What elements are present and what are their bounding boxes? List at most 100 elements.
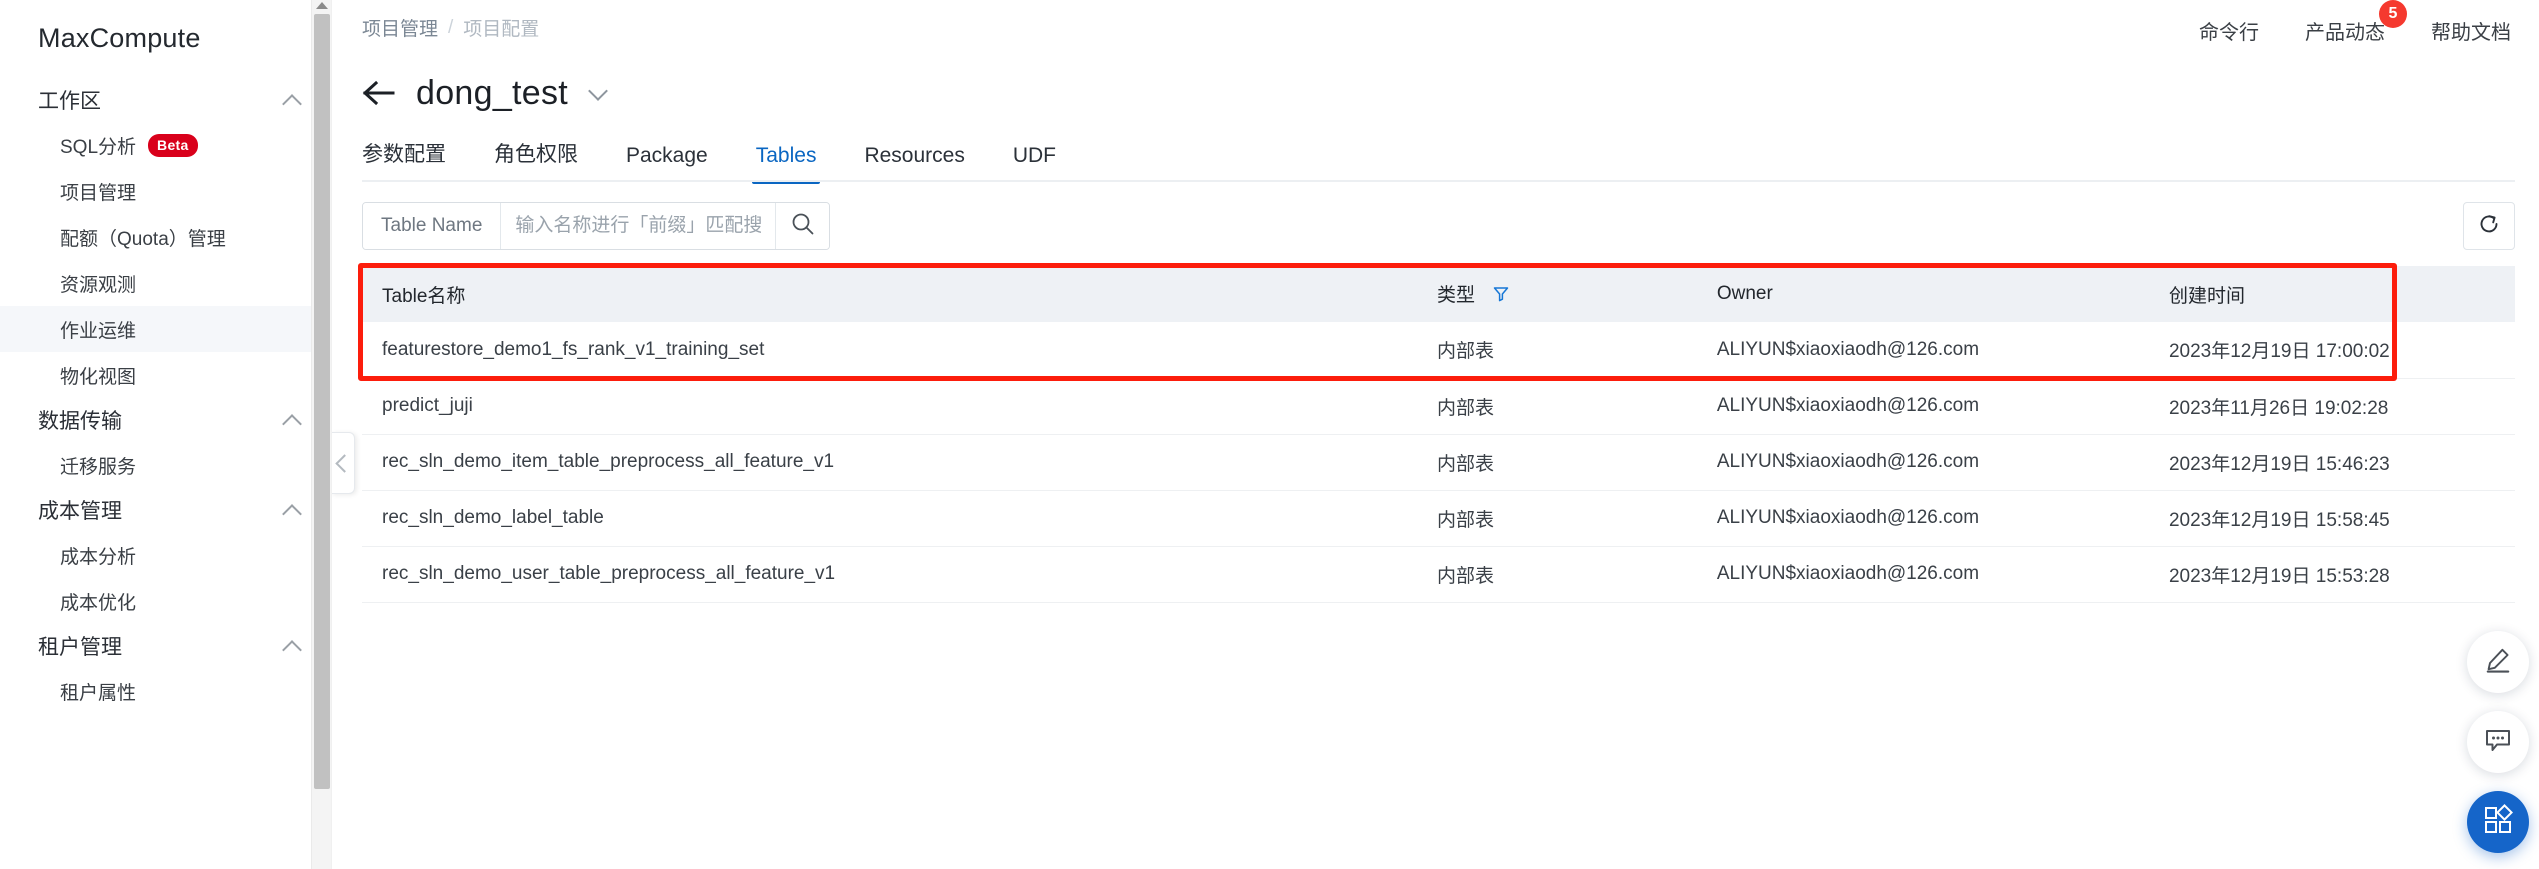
- tab-package[interactable]: Package: [602, 144, 732, 182]
- cell-created-time: 2023年12月19日 15:53:28: [2148, 546, 2515, 603]
- cell-table-name: rec_sln_demo_user_table_preprocess_all_f…: [362, 546, 1417, 603]
- tab-tables[interactable]: Tables: [732, 144, 841, 184]
- tables-table: Table名称 类型 Owner 创建时间 featurestore_demo1…: [362, 266, 2515, 603]
- sidebar-scrollbar[interactable]: [311, 0, 331, 869]
- sidebar-item-label: 租户属性: [60, 682, 137, 704]
- table-row[interactable]: rec_sln_demo_item_table_preprocess_all_f…: [362, 434, 2515, 491]
- chevron-up-icon: [283, 500, 303, 520]
- topnav-label: 产品动态: [2305, 22, 2385, 44]
- chevron-left-icon: [335, 457, 351, 470]
- table-row[interactable]: rec_sln_demo_user_table_preprocess_all_f…: [362, 546, 2515, 603]
- search-prefix-label: Table Name: [363, 203, 502, 249]
- brand-logo: MaxCompute: [38, 23, 201, 53]
- beta-badge: Beta: [148, 133, 198, 157]
- cell-table-name: predict_juji: [362, 378, 1417, 435]
- sidebar-collapse-handle[interactable]: [332, 432, 355, 494]
- cell-table-name: rec_sln_demo_item_table_preprocess_all_f…: [362, 434, 1417, 491]
- tables-list-container: Table名称 类型 Owner 创建时间 featurestore_demo1…: [358, 263, 2515, 603]
- breadcrumb-parent[interactable]: 项目管理: [362, 14, 438, 41]
- chat-bubble-icon: [2483, 725, 2513, 760]
- column-header-owner: Owner: [1696, 266, 2149, 322]
- chevron-up-icon: [283, 636, 303, 656]
- sidebar-item-migration-service[interactable]: 迁移服务: [0, 442, 331, 488]
- filter-icon[interactable]: [1492, 286, 1510, 308]
- tab-resources[interactable]: Resources: [840, 144, 988, 182]
- cell-created-time: 2023年12月19日 15:58:45: [2148, 490, 2515, 547]
- chat-support-button[interactable]: [2467, 711, 2529, 773]
- table-body: featurestore_demo1_fs_rank_v1_training_s…: [362, 322, 2515, 603]
- sidebar-item-label: 作业运维: [60, 320, 137, 342]
- sidebar-item-project-management[interactable]: 项目管理: [0, 168, 331, 214]
- column-label: 创建时间: [2168, 285, 2245, 307]
- sidebar-item-tenant-properties[interactable]: 租户属性: [0, 668, 331, 714]
- sidebar-group-label: 工作区: [38, 90, 101, 113]
- sidebar-item-cost-analysis[interactable]: 成本分析: [0, 532, 331, 578]
- sidebar-item-sql-analysis[interactable]: SQL分析 Beta: [0, 122, 331, 168]
- sidebar-item-materialized-view[interactable]: 物化视图: [0, 352, 331, 398]
- sidebar-item-label: 成本分析: [60, 546, 137, 568]
- table-row[interactable]: rec_sln_demo_label_table 内部表 ALIYUN$xiao…: [362, 490, 2515, 547]
- tab-label: UDF: [1012, 144, 1056, 167]
- cell-type: 内部表: [1416, 546, 1697, 603]
- feedback-edit-button[interactable]: [2467, 631, 2529, 693]
- tab-bar: 参数配置 角色权限 Package Tables Resources UDF: [332, 126, 2539, 184]
- tab-udf[interactable]: UDF: [989, 144, 1080, 182]
- breadcrumb: 项目管理 / 项目配置: [362, 14, 539, 41]
- cell-owner: ALIYUN$xiaoxiaodh@126.com: [1696, 322, 2149, 379]
- table-row[interactable]: featurestore_demo1_fs_rank_v1_training_s…: [362, 322, 2515, 379]
- sidebar-item-label: 物化视图: [60, 366, 137, 388]
- sidebar-item-cost-optimization[interactable]: 成本优化: [0, 578, 331, 624]
- sidebar-item-label: 资源观测: [60, 274, 137, 296]
- notification-count-badge: 5: [2379, 0, 2407, 28]
- top-navigation: 命令行 产品动态 5 帮助文档: [2199, 0, 2511, 45]
- topnav-product-updates[interactable]: 产品动态 5: [2305, 0, 2407, 45]
- column-label: 类型: [1436, 284, 1475, 306]
- sidebar-group-tenant-management[interactable]: 租户管理: [0, 624, 331, 668]
- sidebar-item-quota-management[interactable]: 配额（Quota）管理: [0, 214, 331, 260]
- scroll-up-arrow-icon[interactable]: [316, 2, 328, 9]
- tab-parameter-config[interactable]: 参数配置: [362, 138, 470, 182]
- refresh-button[interactable]: [2463, 202, 2515, 250]
- cell-type: 内部表: [1416, 322, 1697, 379]
- floating-action-rail: [2467, 631, 2529, 853]
- sidebar-nav: 工作区 SQL分析 Beta 项目管理 配额（Quota）管理 资源观测 作业运…: [0, 78, 331, 714]
- sidebar-item-resource-monitoring[interactable]: 资源观测: [0, 260, 331, 306]
- apps-launcher-button[interactable]: [2467, 791, 2529, 853]
- sidebar-item-label: 配额（Quota）管理: [60, 228, 226, 250]
- tab-bar-divider: [362, 180, 2515, 182]
- page-title-row: dong_test: [332, 62, 2539, 118]
- app-root: MaxCompute 工作区 SQL分析 Beta 项目管理 配额（Quota）…: [0, 0, 2539, 869]
- column-header-type: 类型: [1416, 266, 1697, 322]
- tab-role-permissions[interactable]: 角色权限: [470, 138, 602, 182]
- cell-owner: ALIYUN$xiaoxiaodh@126.com: [1696, 490, 2149, 547]
- search-icon: [790, 211, 816, 242]
- sidebar-group-label: 数据传输: [38, 410, 122, 433]
- chevron-down-icon[interactable]: [588, 82, 610, 104]
- chevron-up-icon: [283, 410, 303, 430]
- sidebar-group-cost-management[interactable]: 成本管理: [0, 488, 331, 532]
- topnav-command-line[interactable]: 命令行: [2199, 16, 2259, 45]
- search-button[interactable]: [775, 203, 830, 249]
- sidebar-item-label: 项目管理: [60, 182, 137, 204]
- sidebar: MaxCompute 工作区 SQL分析 Beta 项目管理 配额（Quota）…: [0, 0, 332, 869]
- column-label: Owner: [1716, 283, 1773, 304]
- sidebar-item-job-operations[interactable]: 作业运维: [0, 306, 331, 352]
- cell-owner: ALIYUN$xiaoxiaodh@126.com: [1696, 378, 2149, 435]
- tab-label: Resources: [864, 144, 965, 167]
- cell-owner: ALIYUN$xiaoxiaodh@126.com: [1696, 546, 2149, 603]
- topnav-help-docs[interactable]: 帮助文档: [2431, 16, 2511, 45]
- refresh-icon: [2476, 211, 2502, 242]
- cell-type: 内部表: [1416, 434, 1697, 491]
- scrollbar-thumb[interactable]: [314, 14, 330, 789]
- tab-label: Package: [626, 144, 708, 167]
- topnav-label: 命令行: [2199, 22, 2259, 44]
- sidebar-group-data-transfer[interactable]: 数据传输: [0, 398, 331, 442]
- back-arrow-icon[interactable]: [362, 78, 396, 108]
- sidebar-group-workspace[interactable]: 工作区: [0, 78, 331, 122]
- tab-label: 参数配置: [362, 143, 446, 166]
- tab-label: Tables: [755, 144, 817, 167]
- cell-created-time: 2023年12月19日 15:46:23: [2148, 434, 2515, 491]
- search-input[interactable]: [501, 203, 776, 249]
- table-row[interactable]: predict_juji 内部表 ALIYUN$xiaoxiaodh@126.c…: [362, 378, 2515, 435]
- column-header-created-time: 创建时间: [2148, 266, 2515, 322]
